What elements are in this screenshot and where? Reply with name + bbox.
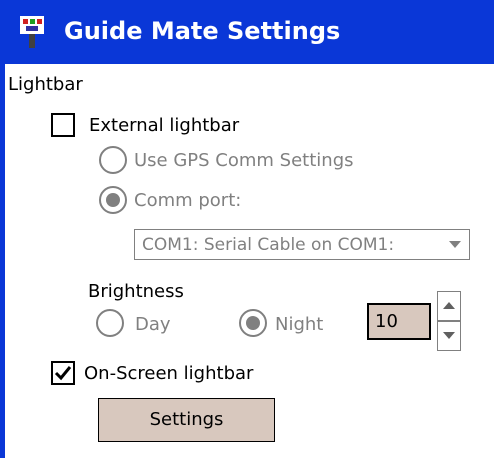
brightness-label: Brightness [88, 281, 184, 302]
on-screen-lightbar-checkbox[interactable] [51, 361, 75, 385]
day-radio[interactable] [96, 309, 124, 337]
external-lightbar-checkbox[interactable] [51, 113, 75, 137]
settings-button[interactable]: Settings [98, 398, 275, 442]
comm-port-radio[interactable] [99, 186, 127, 214]
arrow-down-icon [443, 332, 455, 339]
checkmark-icon [54, 366, 72, 381]
comm-port-label[interactable]: Comm port: [134, 190, 241, 212]
comm-port-select[interactable]: COM1: Serial Cable on COM1: [134, 229, 470, 260]
lightbar-section-label: Lightbar [8, 74, 83, 95]
use-gps-comm-radio[interactable] [99, 146, 127, 174]
brightness-decrement-button[interactable] [437, 321, 461, 351]
guide-mate-app-icon [20, 16, 44, 48]
title-bar: Guide Mate Settings [0, 0, 494, 64]
brightness-value: 10 [375, 311, 398, 332]
external-lightbar-label[interactable]: External lightbar [89, 115, 239, 137]
brightness-increment-button[interactable] [437, 291, 461, 321]
radio-selected-dot [246, 316, 260, 330]
night-label[interactable]: Night [275, 314, 323, 336]
window-left-border [0, 64, 5, 458]
night-radio[interactable] [239, 309, 267, 337]
day-label[interactable]: Day [135, 314, 171, 336]
comm-port-select-value: COM1: Serial Cable on COM1: [142, 235, 395, 255]
chevron-down-icon [449, 241, 461, 248]
arrow-up-icon [443, 302, 455, 309]
radio-selected-dot [106, 193, 120, 207]
use-gps-comm-label[interactable]: Use GPS Comm Settings [134, 150, 354, 172]
brightness-value-input[interactable]: 10 [367, 303, 431, 340]
on-screen-lightbar-label[interactable]: On-Screen lightbar [84, 363, 253, 385]
window-title: Guide Mate Settings [64, 17, 341, 45]
